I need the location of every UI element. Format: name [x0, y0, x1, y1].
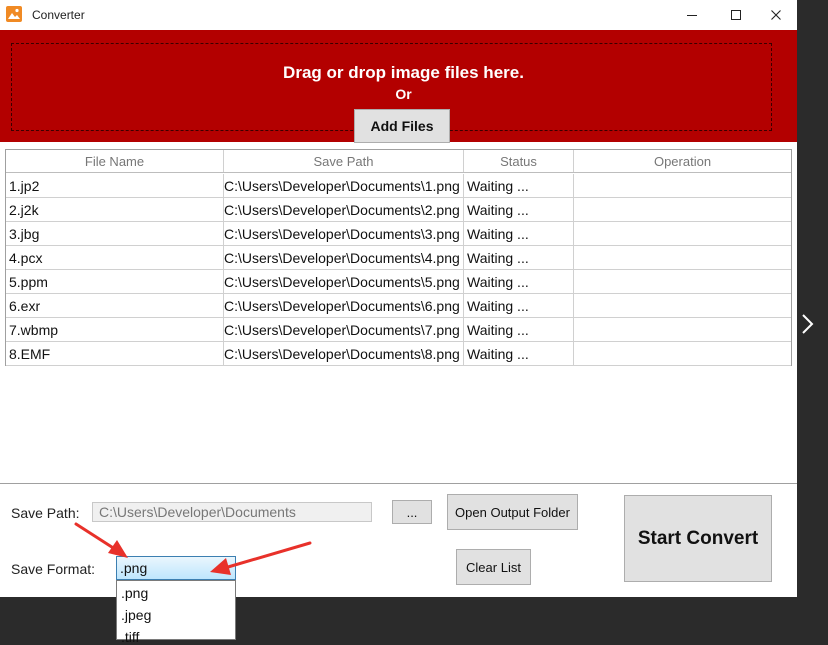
format-option-tiff[interactable]: .tiff: [121, 629, 139, 645]
save-format-dropdown-list: .png .jpeg .tiff: [116, 580, 236, 645]
converter-window: Converter Drag or drop image files here.…: [0, 0, 797, 597]
annotation-arrow-left: [74, 522, 128, 558]
chevron-right-icon[interactable]: [800, 312, 816, 336]
annotation-arrow-right: [210, 541, 312, 575]
format-option-jpeg[interactable]: .jpeg: [121, 607, 151, 623]
annotation-arrows: [74, 522, 312, 575]
format-option-png[interactable]: .png: [121, 585, 148, 601]
